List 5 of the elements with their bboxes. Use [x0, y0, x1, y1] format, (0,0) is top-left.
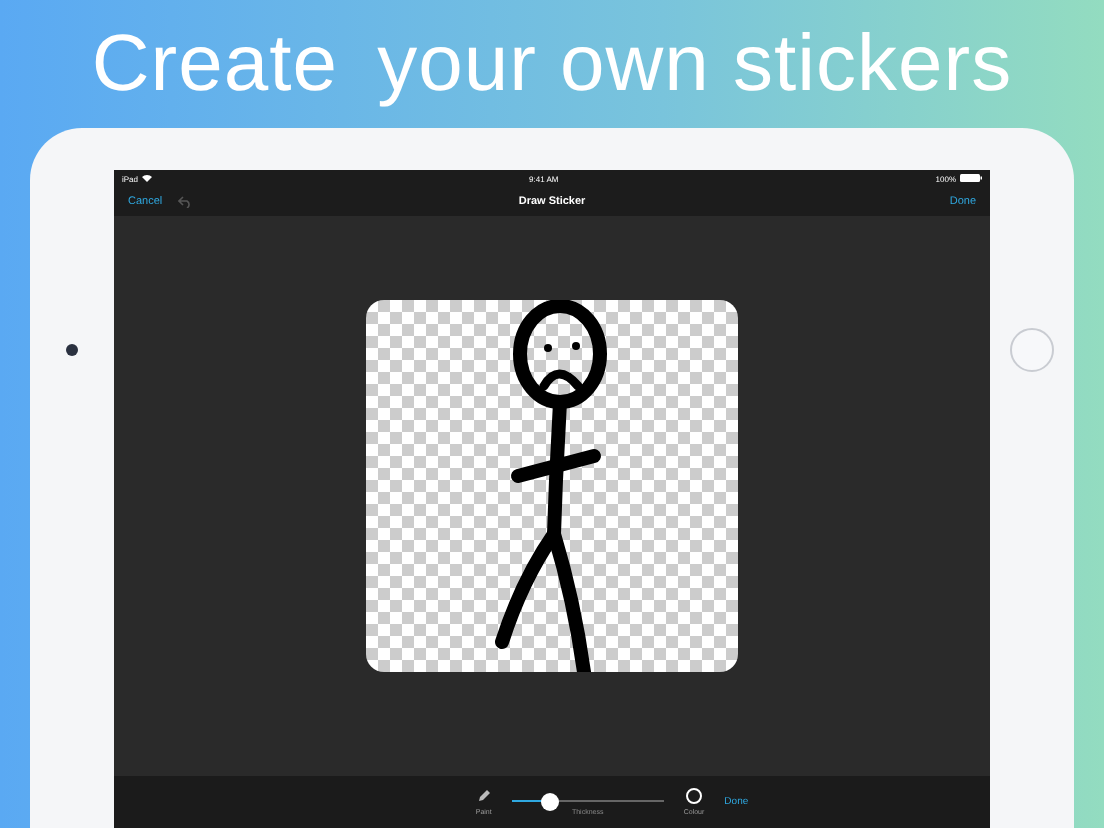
- battery-icon: [960, 174, 982, 182]
- headline-title: Create your own stickers: [91, 19, 1013, 109]
- transparent-canvas[interactable]: [366, 300, 738, 672]
- camera-dot: [66, 343, 78, 355]
- wifi-icon: [142, 174, 153, 182]
